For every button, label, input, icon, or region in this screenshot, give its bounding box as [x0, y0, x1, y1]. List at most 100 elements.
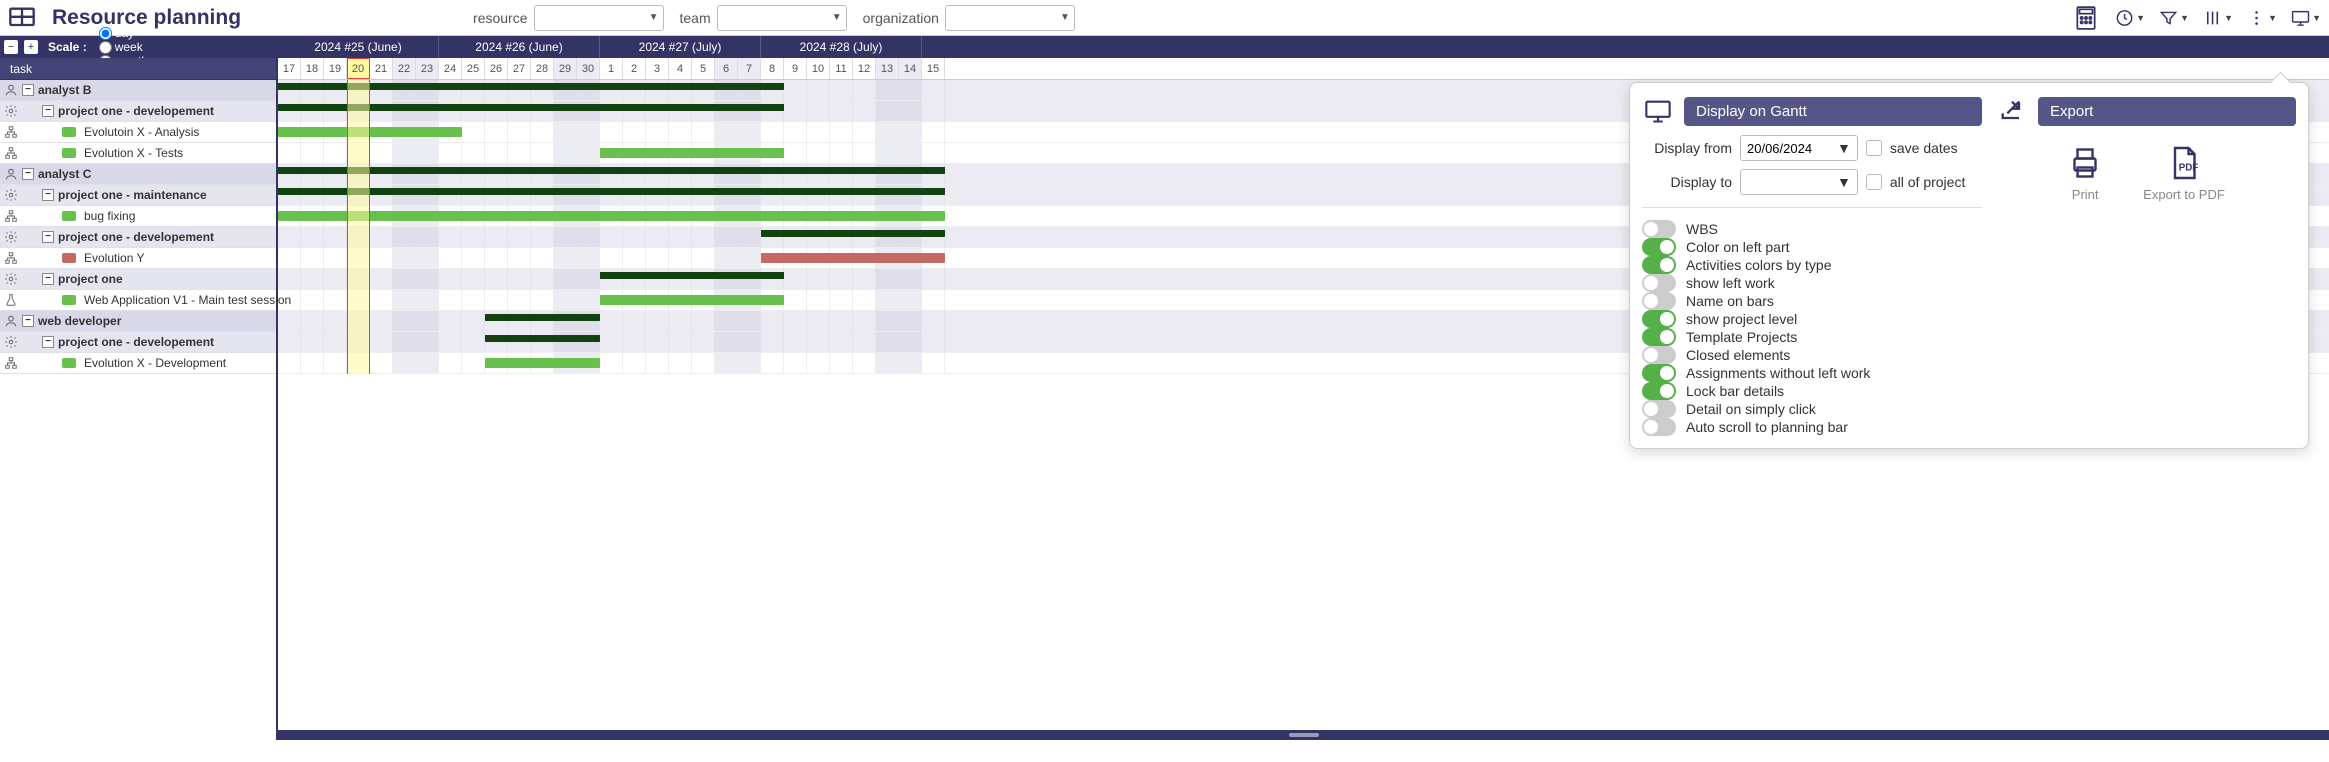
export-arrow-icon — [1996, 95, 2028, 127]
tree-label: Evolutoin X - Analysis — [84, 125, 276, 139]
display-from-input[interactable] — [1741, 136, 1831, 160]
header-filters: resource▼team▼organization▼ — [473, 5, 1075, 31]
expander[interactable]: − — [42, 105, 54, 117]
day-header: 10 — [807, 58, 830, 79]
tree-row-task[interactable]: Evolution X - Tests — [0, 143, 276, 164]
scale-option-day[interactable]: day — [99, 26, 148, 40]
toggle-switch[interactable] — [1642, 382, 1676, 400]
toggle-switch[interactable] — [1642, 418, 1676, 436]
display-to-caret[interactable]: ▼ — [1831, 174, 1857, 190]
toggle-label: Color on left part — [1686, 239, 1790, 255]
day-header: 24 — [439, 58, 462, 79]
tree-row-group[interactable]: −analyst B — [0, 80, 276, 101]
gantt-bar-summary[interactable] — [278, 188, 945, 195]
toggle-switch[interactable] — [1642, 328, 1676, 346]
day-header: 25 — [462, 58, 485, 79]
tree-row-project[interactable]: −project one — [0, 269, 276, 290]
tree-row-group[interactable]: −web developer — [0, 311, 276, 332]
toggle-switch[interactable] — [1642, 310, 1676, 328]
day-header: 14 — [899, 58, 922, 79]
gantt-bar-red[interactable] — [761, 253, 945, 263]
toggle-label: show project level — [1686, 311, 1797, 327]
monitor-icon[interactable]: ▼ — [2291, 3, 2321, 33]
display-from-caret[interactable]: ▼ — [1831, 140, 1857, 156]
export-pdf-button[interactable]: PDF Export to PDF — [2143, 145, 2225, 202]
gantt-bar-green[interactable] — [600, 295, 784, 305]
filter-resource: resource▼ — [473, 5, 663, 31]
timeline-header: 2024 #25 (June)2024 #26 (June)2024 #27 (… — [278, 36, 2329, 80]
gantt-bar-summary[interactable] — [278, 167, 945, 174]
toggle-switch[interactable] — [1642, 400, 1676, 418]
tree-row-project[interactable]: −project one - developement — [0, 332, 276, 353]
collapse-all-button[interactable]: − — [4, 40, 18, 54]
day-header: 4 — [669, 58, 692, 79]
print-button[interactable]: Print — [2067, 145, 2103, 202]
gantt-bar-green[interactable] — [600, 148, 784, 158]
gantt-bar-summary[interactable] — [278, 104, 784, 111]
gantt-bar-summary[interactable] — [761, 230, 945, 237]
toggle-switch[interactable] — [1642, 364, 1676, 382]
display-settings-popover: Display on Gantt Display from ▼ save dat… — [1629, 82, 2309, 449]
expand-all-button[interactable]: + — [24, 40, 38, 54]
calculator-icon[interactable] — [2071, 3, 2101, 33]
day-header: 1 — [600, 58, 623, 79]
org-icon — [0, 146, 22, 160]
toggle-row: Name on bars — [1642, 292, 1982, 310]
toggle-switch[interactable] — [1642, 238, 1676, 256]
gantt-bar-green[interactable] — [278, 211, 945, 221]
expander[interactable]: − — [22, 84, 34, 96]
toggle-switch[interactable] — [1642, 274, 1676, 292]
tree-row-task[interactable]: Evolutoin X - Analysis — [0, 122, 276, 143]
filter-combo-organization[interactable]: ▼ — [945, 5, 1075, 31]
gantt-bar-green[interactable] — [485, 358, 600, 368]
gantt-bar-summary[interactable] — [278, 83, 784, 90]
filter-combo-team[interactable]: ▼ — [717, 5, 847, 31]
popover-right-col: Export Print PDF Export to PDF — [1996, 95, 2296, 436]
gantt-bar-summary[interactable] — [485, 335, 600, 342]
filter-icon[interactable]: ▼ — [2159, 3, 2189, 33]
tree-row-project[interactable]: −project one - maintenance — [0, 185, 276, 206]
tree-row-project[interactable]: −project one - developement — [0, 101, 276, 122]
gear-icon — [0, 272, 22, 286]
toggle-switch[interactable] — [1642, 256, 1676, 274]
toggle-switch[interactable] — [1642, 220, 1676, 238]
svg-text:PDF: PDF — [2179, 163, 2199, 174]
tree-row-group[interactable]: −analyst C — [0, 164, 276, 185]
scale-option-week[interactable]: week — [99, 40, 148, 54]
tree-label: analyst B — [38, 83, 276, 97]
toggle-label: Activities colors by type — [1686, 257, 1832, 273]
tree-row-task[interactable]: Evolution X - Development — [0, 353, 276, 374]
expander[interactable]: − — [42, 336, 54, 348]
tree-row-task[interactable]: Web Application V1 - Main test session — [0, 290, 276, 311]
all-project-label: all of project — [1890, 174, 1965, 190]
columns-icon[interactable]: ▼ — [2203, 3, 2233, 33]
more-vertical-icon[interactable]: ▼ — [2247, 3, 2277, 33]
toggle-switch[interactable] — [1642, 292, 1676, 310]
expander[interactable]: − — [42, 273, 54, 285]
user-icon — [0, 167, 22, 181]
print-label: Print — [2072, 187, 2099, 202]
display-to-input[interactable] — [1741, 170, 1831, 194]
save-dates-checkbox[interactable] — [1866, 140, 1882, 156]
splitter-handle[interactable] — [278, 730, 2329, 740]
toggle-list: WBSColor on left partActivities colors b… — [1642, 220, 1982, 436]
day-header: 3 — [646, 58, 669, 79]
expander[interactable]: − — [42, 231, 54, 243]
tree-row-task[interactable]: Evolution Y — [0, 248, 276, 269]
expander[interactable]: − — [22, 168, 34, 180]
expander[interactable]: − — [42, 189, 54, 201]
filter-combo-resource[interactable]: ▼ — [534, 5, 664, 31]
expander[interactable]: − — [22, 315, 34, 327]
toggle-switch[interactable] — [1642, 346, 1676, 364]
gantt-bar-summary[interactable] — [600, 272, 784, 279]
user-icon — [0, 83, 22, 97]
tree-row-project[interactable]: −project one - developement — [0, 227, 276, 248]
task-color-swatch — [62, 358, 76, 368]
gantt-bar-green[interactable] — [278, 127, 462, 137]
all-project-checkbox[interactable] — [1866, 174, 1882, 190]
day-header: 5 — [692, 58, 715, 79]
export-pdf-label: Export to PDF — [2143, 187, 2225, 202]
gantt-bar-summary[interactable] — [485, 314, 600, 321]
clock-icon[interactable]: ▼ — [2115, 3, 2145, 33]
tree-row-task[interactable]: bug fixing — [0, 206, 276, 227]
